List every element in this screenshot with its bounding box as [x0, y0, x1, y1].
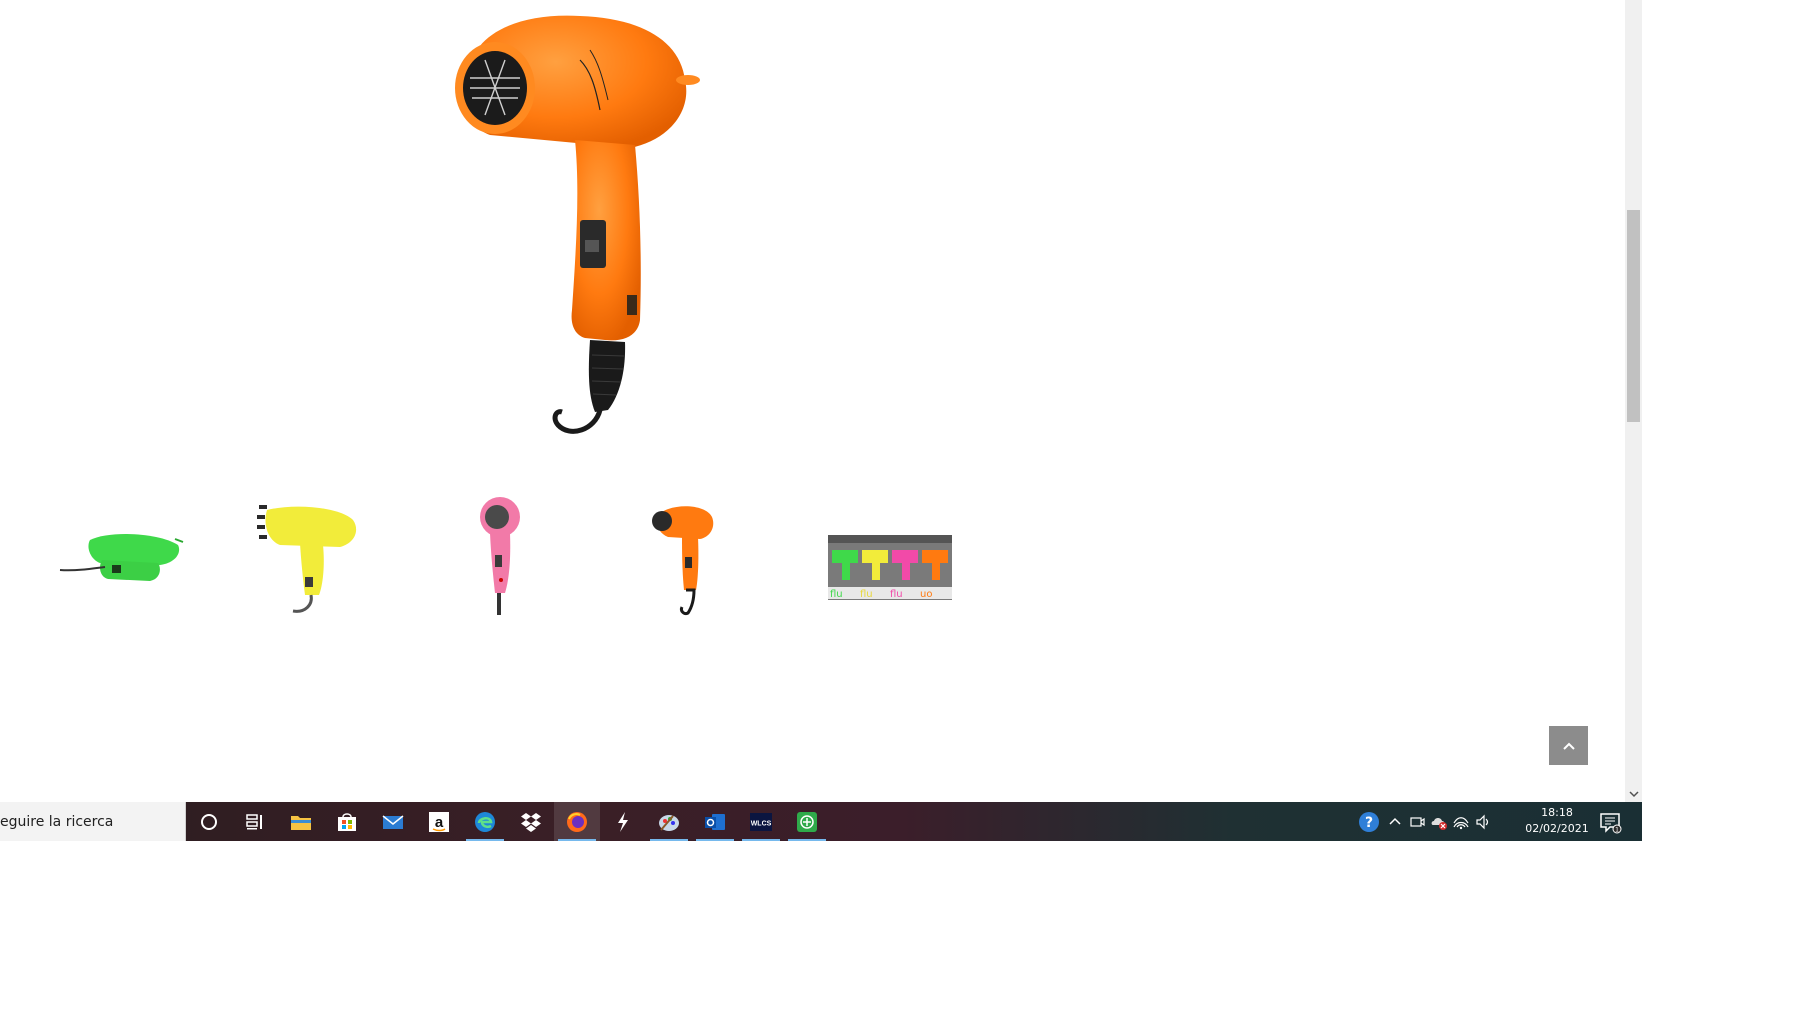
svg-text:flu: flu: [860, 589, 873, 600]
store-icon[interactable]: [324, 802, 370, 841]
wlcs-running-indicator: [742, 839, 780, 841]
page-scrollbar[interactable]: [1625, 0, 1642, 802]
firefox-running-indicator: [558, 839, 596, 841]
svg-text:WLCS: WLCS: [751, 820, 772, 827]
thumbnail-yellow-hair-dryer[interactable]: [245, 495, 385, 635]
wlcs-icon[interactable]: WLCS: [738, 802, 784, 841]
thumbnail-green-hair-dryer[interactable]: [50, 495, 190, 635]
help-icon[interactable]: ?: [1358, 811, 1380, 833]
clock-date: 02/02/2021: [1525, 822, 1589, 835]
scroll-down-arrow-icon[interactable]: [1625, 785, 1642, 802]
paint-icon[interactable]: [646, 802, 692, 841]
browser-viewport: flu flu flu uo: [0, 0, 1625, 802]
mail-icon[interactable]: [370, 802, 416, 841]
outlook-icon[interactable]: [692, 802, 738, 841]
screen: flu flu flu uo eguire la ricerca a WLCS …: [0, 0, 1800, 1013]
main-product-image: [430, 0, 720, 450]
thumbnail-strip: flu flu flu uo: [40, 495, 952, 635]
task-view-icon[interactable]: [232, 802, 278, 841]
cortana-icon[interactable]: [186, 802, 232, 841]
svg-text:1: 1: [1615, 827, 1619, 834]
app-bolt-icon[interactable]: [600, 802, 646, 841]
edge-running-indicator: [466, 839, 504, 841]
dropbox-icon[interactable]: [508, 802, 554, 841]
svg-text:uo: uo: [920, 589, 932, 600]
volume-icon[interactable]: [1474, 813, 1492, 831]
action-center-icon[interactable]: 1: [1598, 810, 1622, 834]
thumbnail-pink-hair-dryer[interactable]: [435, 495, 575, 635]
firefox-icon[interactable]: [554, 802, 600, 841]
edge-icon[interactable]: [462, 802, 508, 841]
taskbar-search-box[interactable]: eguire la ricerca: [0, 802, 186, 841]
search-placeholder: eguire la ricerca: [0, 814, 114, 830]
taskbar-clock[interactable]: 18:18 02/02/2021: [1518, 805, 1596, 837]
back-to-top-button[interactable]: [1549, 726, 1588, 765]
app-green-running-indicator: [788, 839, 826, 841]
thumbnail-fluo-pack[interactable]: flu flu flu uo: [820, 495, 960, 635]
onedrive-error-icon[interactable]: [1430, 813, 1448, 831]
svg-text:flu: flu: [830, 589, 843, 600]
svg-text:?: ?: [1365, 815, 1373, 831]
scrollbar-thumb[interactable]: [1627, 210, 1640, 422]
wifi-icon[interactable]: [1452, 813, 1470, 831]
thumbnail-orange-hair-dryer[interactable]: [630, 495, 770, 635]
meet-now-icon[interactable]: [1408, 813, 1426, 831]
paint-running-indicator: [650, 839, 688, 841]
svg-text:flu: flu: [890, 589, 903, 600]
chevron-up-icon: [1562, 742, 1575, 750]
amazon-icon[interactable]: a: [416, 802, 462, 841]
app-green-icon[interactable]: [784, 802, 830, 841]
file-explorer-icon[interactable]: [278, 802, 324, 841]
windows-taskbar: eguire la ricerca a WLCS ? 18:18 02/02/2…: [0, 802, 1642, 841]
outlook-running-indicator: [696, 839, 734, 841]
clock-time: 18:18: [1541, 806, 1573, 819]
show-hidden-icons-chevron-icon[interactable]: [1386, 813, 1404, 831]
svg-text:a: a: [435, 814, 444, 831]
